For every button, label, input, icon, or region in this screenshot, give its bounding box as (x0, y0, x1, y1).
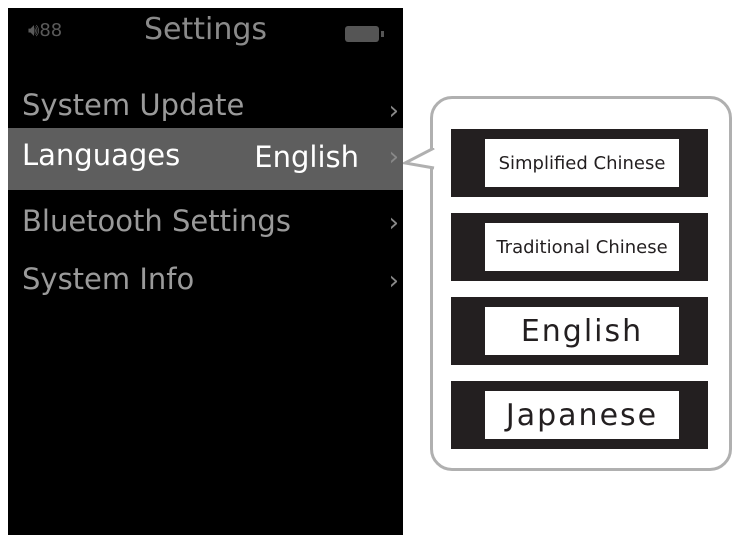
chevron-right-icon: › (388, 208, 399, 238)
option-label: Traditional Chinese (485, 223, 679, 271)
language-option-japanese[interactable]: Japanese (451, 381, 708, 449)
menu-item-label: System Update (22, 88, 245, 122)
chevron-right-icon: › (388, 142, 399, 172)
menu-item-system-info[interactable]: System Info › (8, 252, 403, 312)
language-option-simplified-chinese[interactable]: Simplified Chinese (451, 129, 708, 197)
battery-icon (345, 26, 384, 42)
page-title: Settings (143, 12, 268, 47)
option-label: Japanese (485, 391, 679, 439)
device-screen: 🔊︎88 Settings System Update › Languages En… (8, 8, 403, 535)
language-options-callout: Simplified Chinese Traditional Chinese E… (430, 96, 732, 471)
option-label: Simplified Chinese (485, 139, 679, 187)
menu-item-label: Languages (22, 138, 181, 172)
language-option-english[interactable]: English (451, 297, 708, 365)
menu-item-label: Bluetooth Settings (22, 204, 291, 238)
callout-pointer (403, 148, 435, 170)
menu-item-languages[interactable]: Languages English › (8, 128, 403, 190)
status-bar: 🔊︎88 Settings (8, 8, 403, 58)
menu-item-label: System Info (22, 262, 195, 296)
menu-item-bluetooth-settings[interactable]: Bluetooth Settings › (8, 194, 403, 254)
language-option-traditional-chinese[interactable]: Traditional Chinese (451, 213, 708, 281)
menu-item-value: English (254, 140, 359, 174)
chevron-right-icon: › (388, 96, 399, 126)
option-label: English (485, 307, 679, 355)
chevron-right-icon: › (388, 266, 399, 296)
